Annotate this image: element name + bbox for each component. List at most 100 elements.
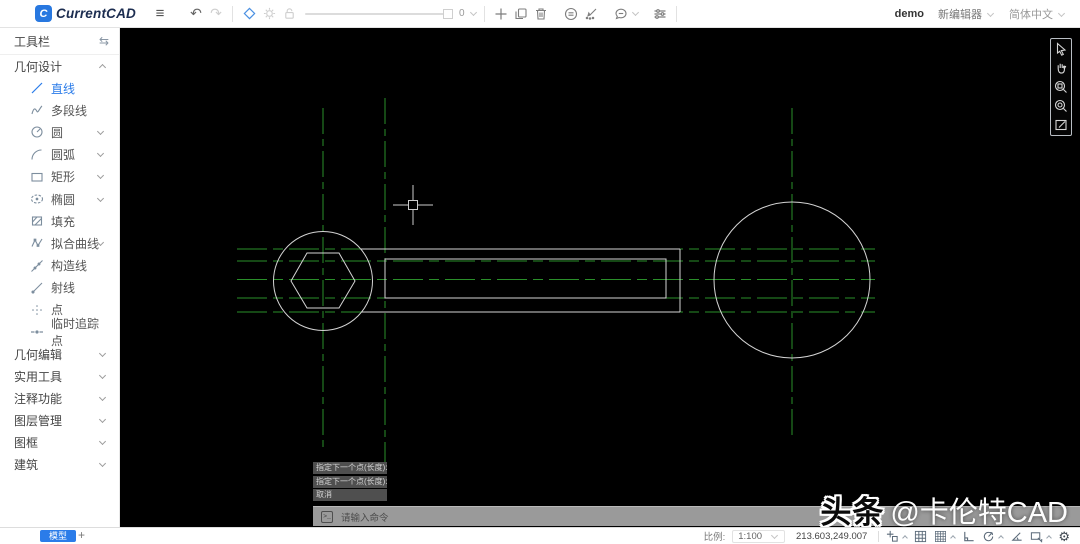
swap-panel-icon[interactable]: ⇆ (99, 34, 109, 48)
circle-icon (30, 125, 44, 139)
polar-tracking-icon[interactable] (982, 530, 995, 543)
snap-icon[interactable] (886, 530, 899, 543)
linewidth-slider[interactable] (305, 12, 446, 15)
grid-fine-icon[interactable] (934, 530, 947, 543)
caret-icon[interactable] (998, 534, 1005, 541)
redo-icon[interactable]: ↷ (206, 4, 226, 24)
app-title: CurrentCAD (56, 6, 137, 21)
caret-icon[interactable] (950, 534, 957, 541)
chevron-down-icon (1057, 9, 1066, 17)
rectangle-icon (30, 170, 44, 184)
command-history-line: 指定下一个点(长度): (313, 475, 387, 488)
watermark: 头条 @卡伦特CAD (820, 487, 1068, 527)
settings-gear-icon[interactable]: ⚙ (1058, 530, 1070, 543)
sidebar-header: 工具栏 ⇆ (0, 28, 119, 55)
tool-hatch[interactable]: 填充 (0, 210, 119, 232)
top-toolbar: C CurrentCAD ≡ ↶ ↷ 0 demo 新编辑器 简体中文 (0, 0, 1080, 28)
tool-polyline[interactable]: 多段线 (0, 99, 119, 121)
pan-hand-icon[interactable] (1054, 61, 1068, 75)
divider (232, 5, 234, 22)
chevron-down-icon (986, 9, 995, 17)
line-icon (30, 81, 44, 95)
watermark-text: @卡伦特CAD (890, 496, 1068, 528)
angle-icon[interactable] (1010, 530, 1023, 543)
cursor-coordinates: 213.603,249.007 (796, 530, 868, 542)
section-layer-manage[interactable]: 图层管理 (0, 409, 119, 431)
point-icon (30, 303, 44, 317)
tracking-point-icon (30, 325, 44, 339)
wrench-drawing (237, 98, 875, 462)
command-prompt-icon: >_ (321, 510, 333, 523)
command-input-placeholder: 请输入命令 (341, 512, 389, 524)
section-geometry-design[interactable]: 几何设计 (0, 55, 119, 77)
zoom-extents-icon[interactable] (1054, 99, 1068, 113)
section-annotation[interactable]: 注释功能 (0, 387, 119, 409)
tool-arc[interactable]: 圆弧 (0, 144, 119, 166)
lock-icon[interactable] (279, 4, 299, 24)
ray-icon (30, 281, 44, 295)
tab-model[interactable]: 模型 (40, 530, 77, 542)
username: demo (894, 8, 924, 20)
command-history: 指定下一个点(长度): 指定下一个点(长度): 取消 (313, 462, 387, 503)
construction-line-icon (30, 259, 44, 273)
chevron-down-icon (770, 531, 779, 540)
adjust-icon[interactable] (259, 4, 279, 24)
section-utilities[interactable]: 实用工具 (0, 365, 119, 387)
view-toolbar (1050, 38, 1072, 136)
polyline-icon (30, 103, 44, 117)
caret-icon[interactable] (902, 534, 909, 541)
chevron-down-icon[interactable] (469, 8, 477, 17)
tool-construction-line[interactable]: 构造线 (0, 255, 119, 277)
tool-circle[interactable]: 圆 (0, 121, 119, 143)
ellipse-icon (30, 192, 44, 206)
add-layout-button[interactable]: + (78, 528, 85, 542)
slider-value: 0 (459, 8, 465, 19)
editor-menu[interactable]: 新编辑器 (938, 6, 995, 22)
object-snap-icon[interactable] (1030, 530, 1043, 543)
section-architecture[interactable]: 建筑 (0, 453, 119, 475)
divider (483, 5, 485, 22)
crosshair-cursor (393, 185, 433, 225)
measure-icon[interactable] (561, 4, 581, 24)
divider (878, 530, 880, 542)
menu-icon[interactable]: ≡ (150, 4, 170, 24)
delete-icon[interactable] (531, 4, 551, 24)
scale-select[interactable]: 1:100 (732, 529, 786, 543)
language-menu[interactable]: 简体中文 (1009, 6, 1066, 22)
section-title-block[interactable]: 图框 (0, 431, 119, 453)
undo-icon[interactable]: ↶ (186, 4, 206, 24)
sidebar-title: 工具栏 (14, 34, 51, 49)
command-history-line: 指定下一个点(长度): (313, 462, 387, 474)
tool-sidebar: 工具栏 ⇆ 几何设计 直线 多段线 圆 圆弧 矩形 椭圆 填充 拟合曲线 构造线… (0, 28, 120, 527)
divider (675, 5, 677, 22)
move-icon[interactable] (491, 4, 511, 24)
drawing-canvas[interactable]: 指定下一个点(长度): 指定下一个点(长度): 取消 >_ 请输入命令 头条 @… (120, 28, 1080, 527)
copy-icon[interactable] (511, 4, 531, 24)
handle-slot-rect (384, 258, 667, 299)
tool-ellipse[interactable]: 椭圆 (0, 188, 119, 210)
settings-sliders-icon[interactable] (650, 4, 670, 24)
hatch-icon (30, 214, 44, 228)
spline-icon (30, 236, 44, 250)
select-cursor-icon[interactable] (1054, 42, 1068, 56)
app-logo-icon: C (35, 5, 52, 22)
tool-line[interactable]: 直线 (0, 77, 119, 99)
ortho-icon[interactable] (962, 530, 975, 543)
tool-tracking-point[interactable]: 临时追踪点 (0, 317, 119, 348)
spray-brush-icon[interactable] (581, 4, 601, 24)
slider-handle[interactable] (443, 8, 454, 19)
chevron-down-icon[interactable] (631, 8, 639, 17)
grid-icon[interactable] (914, 530, 927, 543)
arc-icon (30, 148, 44, 162)
zoom-window-icon[interactable] (1054, 80, 1068, 94)
tool-spline[interactable]: 拟合曲线 (0, 232, 119, 254)
caret-icon[interactable] (1046, 534, 1053, 541)
sheet-edit-icon[interactable] (1054, 118, 1068, 132)
scale-label: 比例: (703, 532, 726, 543)
comment-icon[interactable] (611, 4, 631, 24)
highlight-diamond-icon[interactable] (239, 4, 259, 24)
command-history-line: 取消 (313, 489, 387, 501)
handle-outer-profile (361, 248, 681, 313)
tool-rectangle[interactable]: 矩形 (0, 166, 119, 188)
tool-ray[interactable]: 射线 (0, 277, 119, 299)
